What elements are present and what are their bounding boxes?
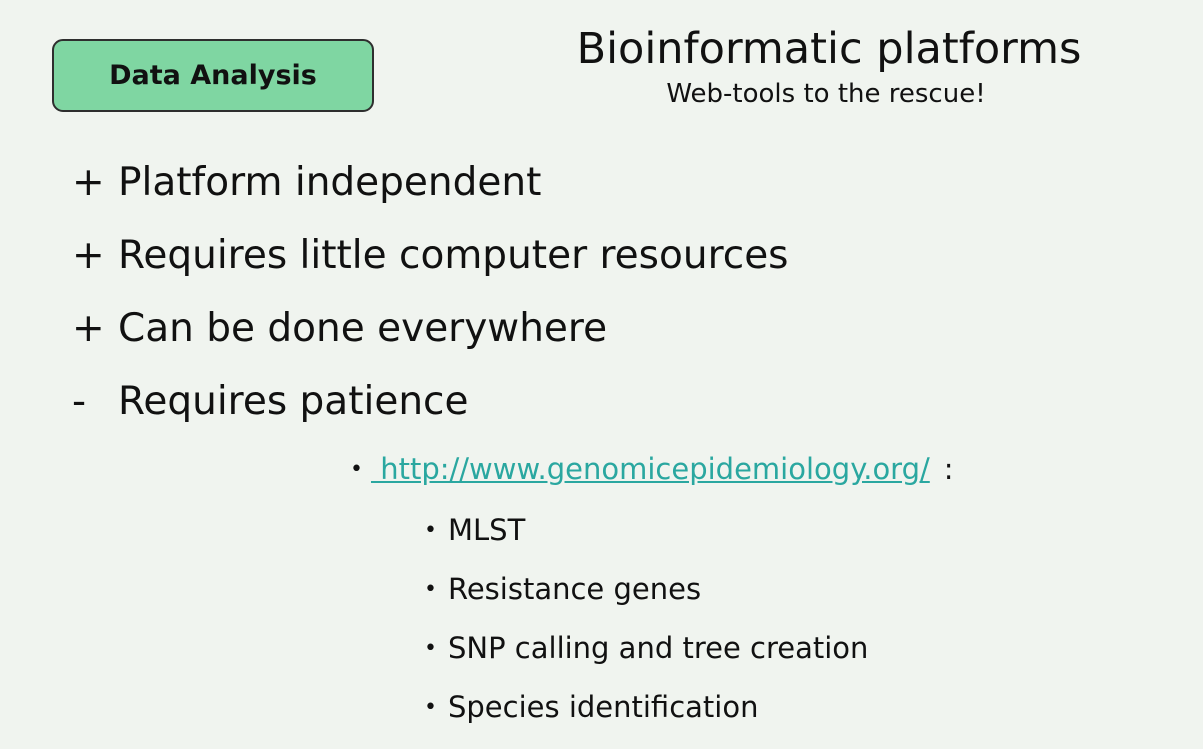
point-text: Requires patience <box>118 379 469 424</box>
list-item: - Requires patience <box>72 379 789 452</box>
point-text: Requires little computer resources <box>118 233 789 278</box>
web-tool-link-line: • http://www.genomicepidemiology.org/: <box>350 452 954 486</box>
bullet-icon: • <box>350 457 363 482</box>
list-item: + Platform independent <box>72 160 789 233</box>
slide-subtitle: Web-tools to the rescue! <box>666 79 986 109</box>
link-colon: : <box>943 452 954 486</box>
plus-sign: + <box>72 233 105 278</box>
point-text: Can be done everywhere <box>118 306 608 351</box>
feature-text: Resistance genes <box>447 572 702 606</box>
list-item: • MLST <box>424 513 868 572</box>
minus-sign: - <box>72 379 87 424</box>
plus-sign: + <box>72 306 105 351</box>
bullet-icon: • <box>424 577 437 602</box>
pros-cons-list: + Platform independent + Requires little… <box>72 160 789 452</box>
list-item: • Species identification <box>424 690 868 749</box>
feature-text: Species identification <box>447 690 759 724</box>
point-text: Platform independent <box>118 160 542 205</box>
list-item: • Resistance genes <box>424 572 868 631</box>
genomic-epidemiology-link[interactable]: http://www.genomicepidemiology.org/ <box>371 452 930 486</box>
plus-sign: + <box>72 160 105 205</box>
bullet-icon: • <box>424 518 437 543</box>
slide-title: Bioinformatic platforms <box>576 24 1082 74</box>
bullet-icon: • <box>424 695 437 720</box>
data-analysis-badge: Data Analysis <box>52 39 374 112</box>
bullet-icon: • <box>424 636 437 661</box>
feature-text: MLST <box>447 513 526 547</box>
list-item: + Can be done everywhere <box>72 306 789 379</box>
list-item: • SNP calling and tree creation <box>424 631 868 690</box>
slide: Data Analysis Bioinformatic platforms We… <box>0 0 1203 742</box>
list-item: + Requires little computer resources <box>72 233 789 306</box>
feature-text: SNP calling and tree creation <box>447 631 869 665</box>
web-tool-features-list: • MLST • Resistance genes • SNP calling and… <box>424 513 868 749</box>
